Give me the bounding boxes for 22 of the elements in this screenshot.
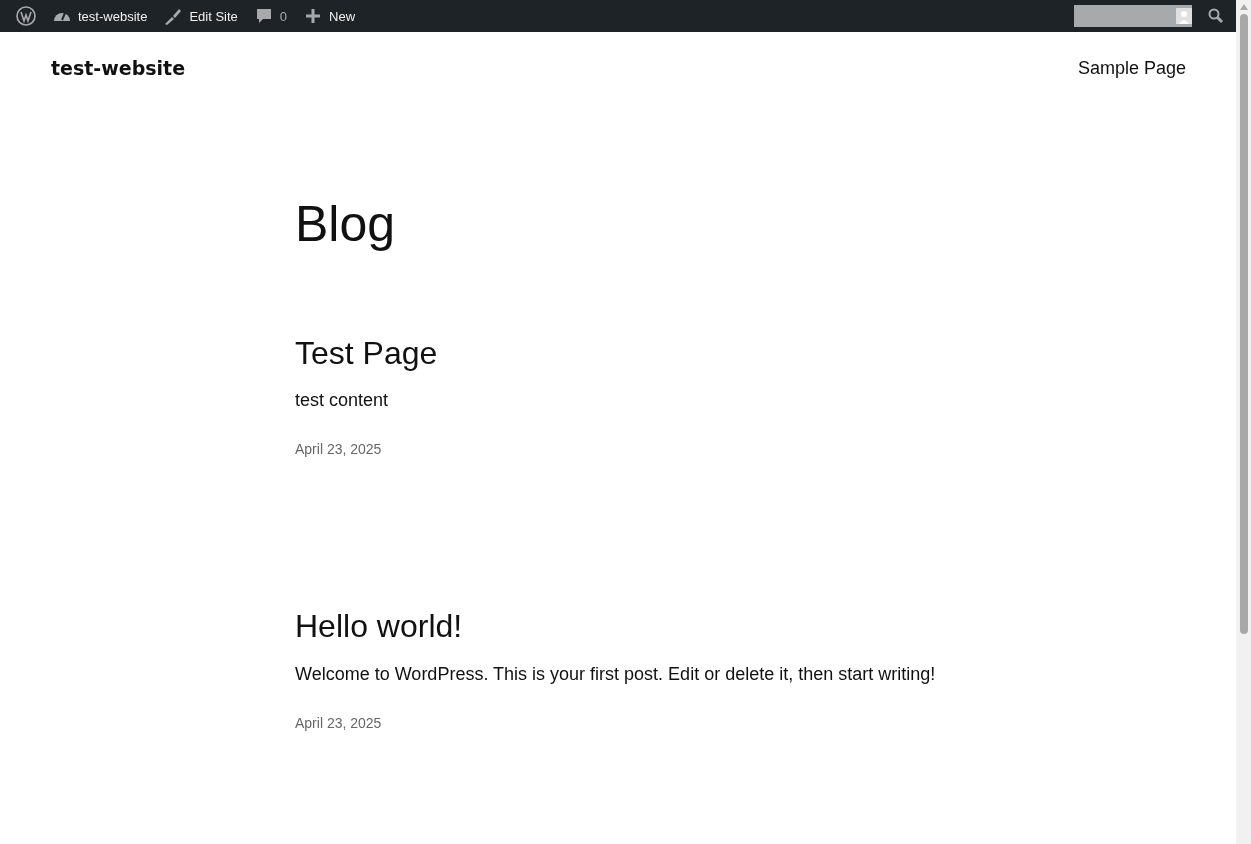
nav-link[interactable]: Sample Page [1077, 57, 1186, 78]
scrollbar[interactable] [1236, 0, 1251, 844]
comment-count: 0 [279, 8, 288, 24]
post-title[interactable]: Test Page [295, 334, 438, 373]
post-excerpt: test content [295, 390, 390, 412]
post-date: April 23, 2025 [295, 714, 383, 731]
post-date: April 23, 2025 [295, 441, 383, 458]
new-link[interactable]: New [295, 0, 364, 32]
site-name-link[interactable]: test-website [44, 0, 156, 32]
post-excerpt: Welcome to WordPress. This is your first post. Edit or delete it, then start writing! [295, 663, 937, 685]
comments-link[interactable]: 0 [245, 0, 296, 32]
user-account-block[interactable] [1074, 5, 1192, 27]
page-title: Blog [295, 195, 397, 254]
scrollbar-thumb[interactable] [1239, 14, 1248, 634]
edit-site-link[interactable]: Edit Site [155, 0, 246, 32]
search-icon[interactable] [1206, 6, 1226, 26]
wordpress-logo-icon [16, 6, 36, 26]
avatar-icon [1176, 8, 1192, 24]
brush-icon [163, 6, 184, 26]
post-title[interactable]: Hello world! [295, 607, 463, 646]
site-title[interactable]: test-website [51, 57, 186, 79]
scroll-up-arrow-icon [1239, 4, 1248, 10]
